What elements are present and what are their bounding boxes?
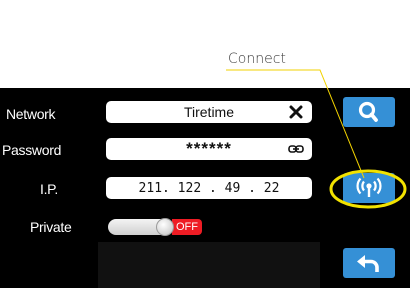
network-label: Network: [6, 106, 56, 122]
toggle-state-label: OFF: [172, 219, 202, 235]
password-label: Password: [2, 142, 62, 158]
link-icon[interactable]: [288, 144, 304, 154]
device-screen: Network Tiretime Password ****** I.P. 21…: [0, 88, 410, 288]
close-icon[interactable]: [289, 105, 303, 119]
network-value: Tiretime: [183, 104, 235, 120]
private-label: Private: [30, 219, 72, 235]
ip-value: 211. 122 . 49 . 22: [138, 181, 280, 196]
connect-callout-label: Connect: [228, 51, 286, 67]
wireless-signal-icon: [356, 177, 382, 197]
private-toggle[interactable]: OFF: [108, 218, 202, 236]
password-value: ******: [186, 139, 232, 158]
search-icon: [358, 101, 378, 122]
network-field[interactable]: Tiretime: [106, 101, 312, 123]
back-button[interactable]: [343, 248, 395, 278]
search-button[interactable]: [343, 97, 395, 127]
ip-field[interactable]: 211. 122 . 49 . 22: [106, 177, 312, 199]
toggle-knob[interactable]: [156, 218, 174, 236]
screenshot-stage: Network Tiretime Password ****** I.P. 21…: [0, 0, 410, 288]
status-panel: [98, 242, 320, 288]
connect-button[interactable]: [343, 173, 395, 203]
ip-label: I.P.: [40, 181, 59, 197]
password-field[interactable]: ******: [106, 138, 312, 160]
back-arrow-icon: [357, 255, 379, 272]
